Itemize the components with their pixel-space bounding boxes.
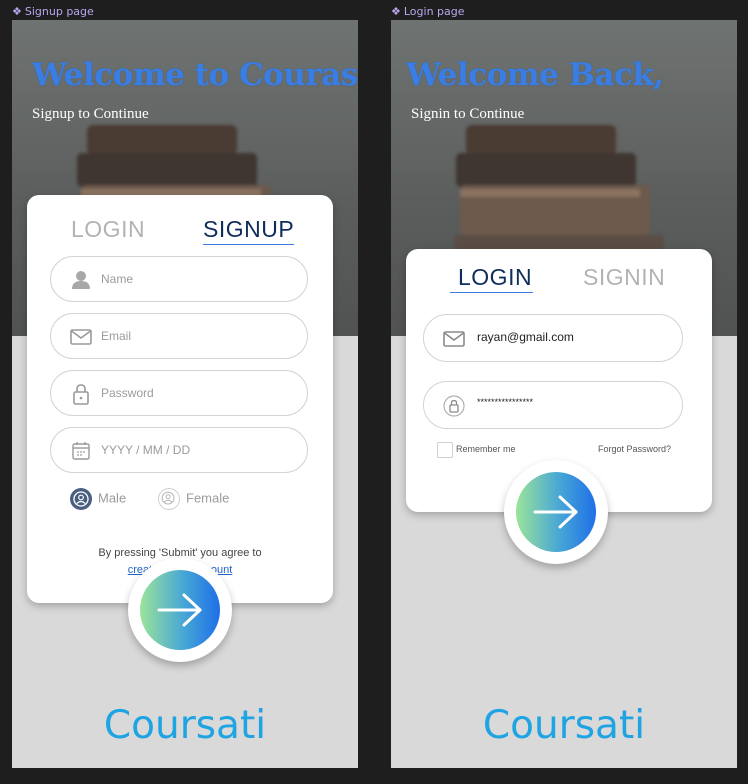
login-page: Welcome Back, Signin to Continue LOGIN S… [391,20,737,768]
calendar-icon [72,442,90,460]
brand-logo: Coursati [103,703,267,748]
signup-card: LOGIN SIGNUP Name Email Password YYYY / … [27,195,333,603]
email-value: rayan@gmail.com [477,330,574,344]
remember-me-label: Remember me [456,444,516,454]
frame-label-text: Login page [403,5,465,18]
mail-icon [70,329,92,345]
submit-button-ring [128,558,232,662]
forgot-password-link[interactable]: Forgot Password? [598,444,671,454]
gender-female-option[interactable]: Female [158,488,229,510]
lock-icon [73,384,89,405]
signup-page: Welcome to Courasti, Signup to Continue … [12,20,358,768]
female-label: Female [186,490,230,506]
submit-button-ring [504,460,608,564]
frame-label-signup: ❖ Signup page [12,5,94,18]
signup-title: Welcome to Courasti, [32,57,358,93]
submit-button[interactable] [516,472,596,552]
component-icon: ❖ [12,5,22,18]
user-icon [72,271,90,289]
frame-label-login: ❖ Login page [391,5,465,18]
tab-login[interactable]: LOGIN [71,216,145,243]
password-placeholder: Password [101,386,154,400]
password-field[interactable]: **************** [423,381,683,429]
signup-subtitle: Signup to Continue [32,106,149,122]
email-field[interactable]: Email [50,313,308,359]
brand-logo: Coursati [482,703,646,748]
component-icon: ❖ [391,5,401,18]
tab-login[interactable]: LOGIN [450,264,533,293]
arrow-right-icon [533,495,578,529]
password-field[interactable]: Password [50,370,308,416]
login-subtitle: Signin to Continue [411,106,525,122]
login-title: Welcome Back, [406,57,664,93]
frame-label-text: Signup page [24,5,94,18]
password-value: **************** [477,397,534,407]
mail-icon [443,331,465,347]
name-placeholder: Name [101,272,134,286]
email-placeholder: Email [101,329,132,343]
submit-button[interactable] [140,570,220,650]
date-placeholder: YYYY / MM / DD [101,443,191,457]
male-label: Male [98,490,127,506]
email-field[interactable]: rayan@gmail.com [423,314,683,362]
tab-signup[interactable]: SIGNUP [203,216,295,245]
gender-male-option[interactable]: Male [70,488,126,510]
lock-icon [443,395,465,417]
birthdate-field[interactable]: YYYY / MM / DD [50,427,308,473]
tab-signin[interactable]: SIGNIN [583,264,665,291]
name-field[interactable]: Name [50,256,308,302]
female-radio-icon [158,488,180,510]
male-radio-selected-icon [70,488,92,510]
arrow-right-icon [157,593,202,627]
remember-me-checkbox[interactable] [437,442,453,458]
